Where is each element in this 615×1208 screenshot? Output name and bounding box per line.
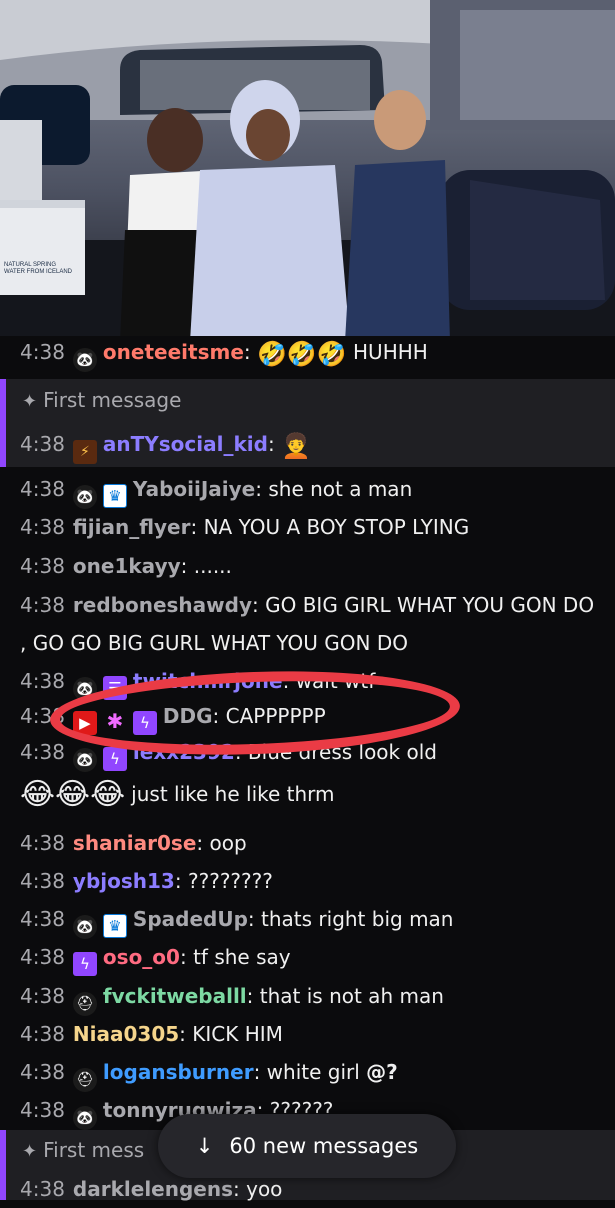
chat-username[interactable]: DDG [163,704,213,728]
crown-badge-icon[interactable]: ♛ [102,484,127,508]
chat-username[interactable]: redboneshawdy [73,593,252,617]
new-messages-button[interactable]: ↓ 60 new messages [158,1114,456,1178]
mention-text: @? [366,1060,398,1084]
video-badge-icon[interactable]: ▶ [72,711,97,735]
chat-username[interactable]: one1kayy [73,554,181,578]
helmet-badge-icon[interactable]: ⛑ [72,1068,97,1092]
message-text: ???????? [187,869,273,893]
laughing-emote-icon: 🤣🤣🤣 [257,340,347,368]
chat-message: 4:38 🐼 ♛ YaboiiJaiye: she not a man [20,470,607,509]
arrow-down-icon: ↓ [195,1134,214,1158]
chat-username[interactable]: logansburner [103,1060,254,1084]
chat-message: 4:38 fijian_flyer: NA YOU A BOY STOP LYIN… [20,515,470,539]
chat-message: 4:38 ⚡ anTYsocial_kid: 🧑‍🦱 [20,425,607,465]
chat-username[interactable]: fvckitweballl [103,984,247,1008]
message-text: white girl [266,1060,367,1084]
panda-badge-icon[interactable]: 🐼 [72,1106,97,1130]
message-text: she not a man [268,477,413,501]
message-text: just like he like thrm [131,782,335,806]
sparkle-icon: ✦ [22,391,38,412]
chat-message: 4:38 redboneshawdy: GO BIG GIRL WHAT YOU … [20,593,595,655]
message-text: yoo [246,1177,283,1201]
tears-of-joy-emote-icon: 😂😂😂 [20,777,126,812]
message-text: thats right big man [261,907,454,931]
chat-message: 4:38 🐼 ☰ twitchmrjone: wait wtf [20,662,607,701]
sparkle-icon: ✦ [22,1141,38,1162]
chat-username[interactable]: oneteeitsme [103,340,244,364]
chat-message: 4:38 ϟ oso_o0: tf she say [20,938,607,976]
panda-badge-icon[interactable]: 🐼 [72,485,97,509]
chat-message-continuation: 😂😂😂 just like he like thrm [20,775,607,814]
crown-badge-icon[interactable]: ♛ [102,914,127,938]
stream-video[interactable]: NATURAL SPRING WATER FROM ICELAND [0,0,615,342]
chat-username[interactable]: shaniar0se [73,831,196,855]
message-text: that is not ah man [259,984,444,1008]
helmet-badge-icon[interactable]: ⛑ [72,992,97,1016]
message-text: tf she say [193,945,291,969]
message-text: NA YOU A BOY STOP LYING [203,515,470,539]
chat-message: 4:38 Niaa0305: KICK HIM [20,1022,283,1046]
panda-badge-icon[interactable]: 🐼 [72,915,97,939]
turbo-badge-icon[interactable]: ϟ [102,747,127,771]
stream-scene [0,0,615,342]
chat-username[interactable]: Niaa0305 [73,1022,179,1046]
chat-message: 4:38 ybjosh13: ???????? [20,869,273,893]
chat-username[interactable]: ybjosh13 [73,869,175,893]
chat-message: 4:38 🐼 ϟ lexx2392: Blue dress look old [20,733,607,772]
message-text: Blue dress look old [247,740,437,764]
message-text: wait wtf [295,669,376,693]
chat-message: 4:38 🐼 oneteeitsme: 🤣🤣🤣 HUHHH [20,333,607,373]
turbo-badge-icon[interactable]: ϟ [132,711,157,735]
chat-message: 4:38 ⛑ fvckitweballl: that is not ah man [20,977,607,1016]
chat-message: 4:38 one1kayy: ...... [20,554,232,578]
character-emote-icon: 🧑‍🦱 [281,432,311,460]
message-text: HUHHH [346,340,428,364]
message-text: CAPPPPPP [225,704,326,728]
chat-message: 4:38 ▶ ✱ ϟ DDG: CAPPPPPP [20,704,326,735]
gem-badge-icon[interactable]: ✱ [103,709,127,733]
panda-badge-icon[interactable]: 🐼 [72,348,97,372]
chat-username[interactable]: SpadedUp [133,907,248,931]
chat-username[interactable]: twitchmrjone [133,669,283,693]
message-text: ...... [193,554,232,578]
new-messages-label: 60 new messages [229,1134,419,1158]
first-message-label: ✦ First mess [22,1138,145,1162]
chat-username[interactable]: oso_o0 [103,945,180,969]
chat-username[interactable]: darklelengens [73,1177,233,1201]
water-box-text: NATURAL SPRING WATER FROM ICELAND [4,262,73,275]
chat-username[interactable]: YaboiiJaiye [133,477,255,501]
chat-username[interactable]: anTYsocial_kid [103,432,268,456]
first-message-label: ✦ First message [22,388,182,412]
panda-badge-icon[interactable]: 🐼 [72,748,97,772]
chat-message: 4:38 ⛑ logansburner: white girl @? [20,1053,607,1092]
message-text: KICK HIM [192,1022,283,1046]
chat-username[interactable]: lexx2392 [133,740,235,764]
turbo-badge-icon[interactable]: ϟ [72,952,97,976]
sub-badge-icon[interactable]: ⚡ [72,440,97,464]
chat-message: 4:38 shaniar0se: oop [20,831,247,855]
chat-message: 4:38 🐼 ♛ SpadedUp: thats right big man [20,900,607,939]
message-timestamp: 4:38 [20,340,65,364]
message-text: oop [209,831,247,855]
chat-username[interactable]: fijian_flyer [73,515,191,539]
